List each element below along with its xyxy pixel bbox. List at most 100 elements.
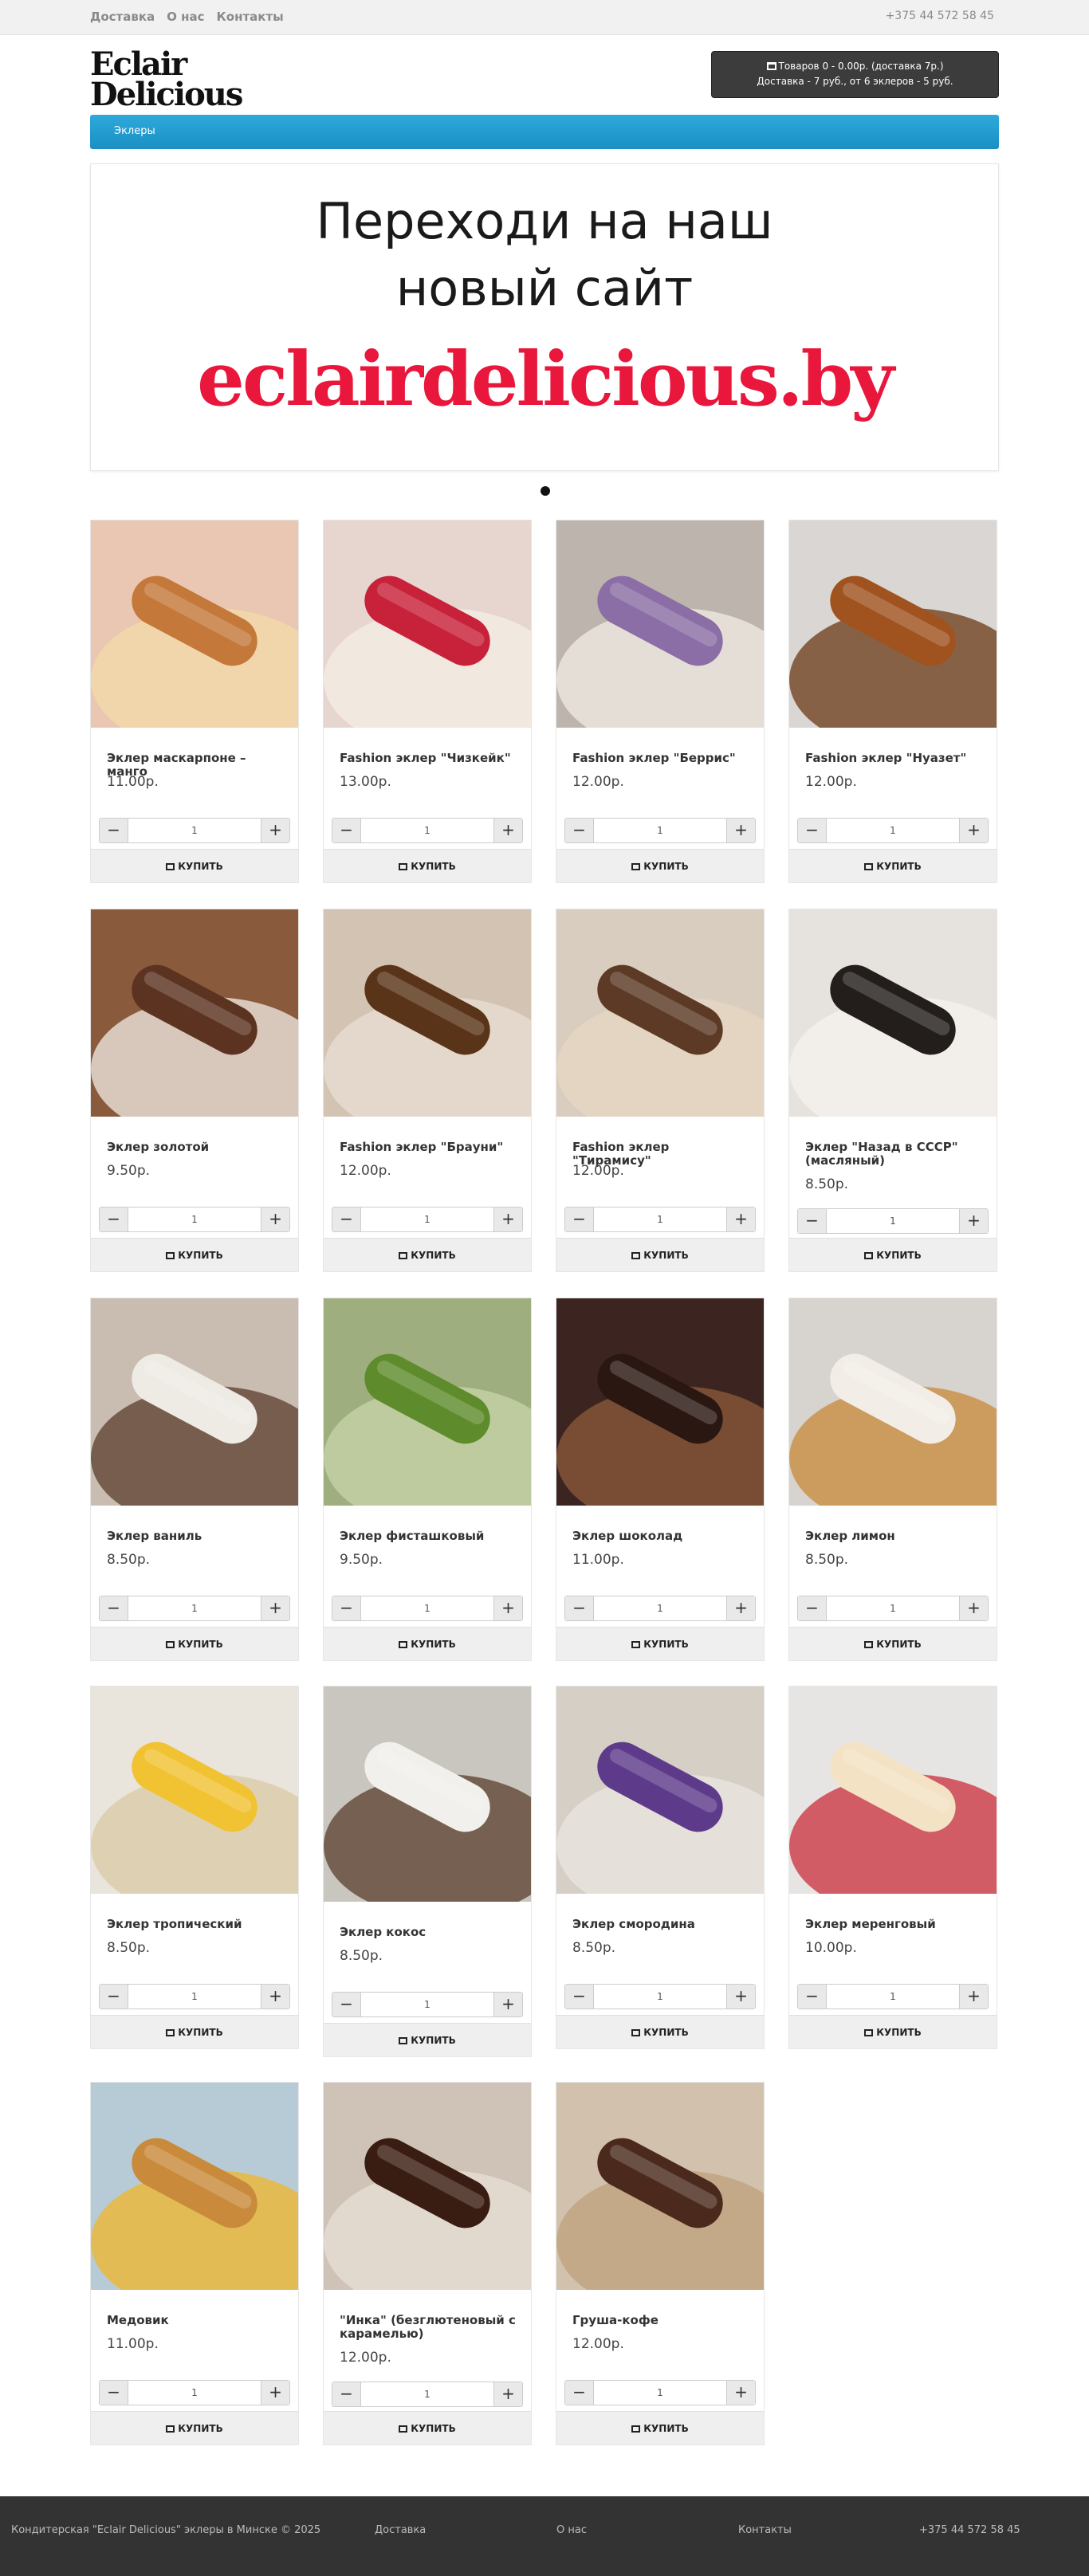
increase-qty-button[interactable]: + [726, 1985, 755, 2009]
product-name[interactable]: Эклер лимон [805, 1530, 985, 1543]
product-image[interactable] [91, 2083, 298, 2290]
product-card[interactable]: Fashion эклер "Тирамису" 12.00р. −1 + КУПИТЬ [556, 909, 765, 1272]
decrease-qty-button[interactable]: − [798, 819, 827, 842]
quantity-stepper[interactable]: −1 + [564, 1596, 756, 1621]
decrease-qty-button[interactable]: − [332, 1208, 361, 1231]
increase-qty-button[interactable]: + [726, 1596, 755, 1620]
decrease-qty-button[interactable]: − [798, 1596, 827, 1620]
buy-button[interactable]: КУПИТЬ [91, 849, 298, 882]
increase-qty-button[interactable]: + [261, 1208, 289, 1231]
product-image[interactable] [324, 1687, 531, 1902]
buy-button[interactable]: КУПИТЬ [91, 1627, 298, 1660]
product-image[interactable] [789, 520, 997, 728]
quantity-input[interactable]: 1 [361, 1993, 493, 2016]
quantity-stepper[interactable]: −1 + [797, 1984, 989, 2009]
footer-link-about[interactable]: О нас [556, 2524, 587, 2536]
product-card[interactable]: "Инка" (безглютеновый с карамелью) 12.00р… [323, 2082, 532, 2445]
increase-qty-button[interactable]: + [493, 1596, 522, 1620]
product-image[interactable] [789, 1687, 997, 1894]
quantity-input[interactable]: 1 [827, 819, 959, 842]
quantity-stepper[interactable]: −1 + [99, 2380, 290, 2405]
footer-link-contacts[interactable]: Контакты [738, 2524, 792, 2536]
product-image[interactable] [556, 520, 764, 728]
buy-button[interactable]: КУПИТЬ [556, 1627, 764, 1660]
product-name[interactable]: Fashion эклер "Нуазет" [805, 752, 985, 765]
increase-qty-button[interactable]: + [261, 819, 289, 842]
promo-banner[interactable]: Переходи на наш новый сайт eclairdelicio… [90, 163, 999, 471]
increase-qty-button[interactable]: + [726, 819, 755, 842]
quantity-input[interactable]: 1 [827, 1209, 959, 1233]
buy-button[interactable]: КУПИТЬ [789, 1238, 997, 1271]
cart-button[interactable]: Товаров 0 - 0.00р. (доставка 7р.) Достав… [711, 51, 999, 98]
quantity-stepper[interactable]: −1 + [797, 1596, 989, 1621]
increase-qty-button[interactable]: + [493, 2382, 522, 2406]
increase-qty-button[interactable]: + [959, 1985, 988, 2009]
decrease-qty-button[interactable]: − [565, 819, 594, 842]
product-name[interactable]: Эклер смородина [572, 1918, 752, 1931]
product-name[interactable]: Fashion эклер "Брауни" [340, 1141, 519, 1154]
product-image[interactable] [324, 520, 531, 728]
quantity-input[interactable]: 1 [361, 1208, 493, 1231]
menu-item-eclairs[interactable]: Эклеры [114, 125, 155, 137]
buy-button[interactable]: КУПИТЬ [91, 1238, 298, 1271]
decrease-qty-button[interactable]: − [565, 2381, 594, 2405]
decrease-qty-button[interactable]: − [565, 1596, 594, 1620]
product-name[interactable]: Эклер меренговый [805, 1918, 985, 1931]
product-name[interactable]: "Инка" (безглютеновый с карамелью) [340, 2314, 519, 2341]
quantity-stepper[interactable]: −1 + [332, 2382, 523, 2407]
product-image[interactable] [324, 909, 531, 1117]
buy-button[interactable]: КУПИТЬ [324, 849, 531, 882]
product-image[interactable] [556, 1687, 764, 1894]
product-card[interactable]: Эклер шоколад 11.00р. −1 + КУПИТЬ [556, 1298, 765, 1661]
quantity-input[interactable]: 1 [128, 2381, 261, 2405]
quantity-stepper[interactable]: −1 + [332, 818, 523, 843]
quantity-input[interactable]: 1 [827, 1596, 959, 1620]
quantity-input[interactable]: 1 [361, 819, 493, 842]
quantity-input[interactable]: 1 [594, 1596, 726, 1620]
product-card[interactable]: Эклер лимон 8.50р. −1 + КУПИТЬ [788, 1298, 997, 1661]
decrease-qty-button[interactable]: − [798, 1985, 827, 2009]
quantity-input[interactable]: 1 [361, 1596, 493, 1620]
product-image[interactable] [91, 520, 298, 728]
product-name[interactable]: Эклер золотой [107, 1141, 286, 1154]
increase-qty-button[interactable]: + [261, 2381, 289, 2405]
buy-button[interactable]: КУПИТЬ [556, 849, 764, 882]
product-name[interactable]: Эклер кокос [340, 1926, 519, 1939]
decrease-qty-button[interactable]: − [332, 1993, 361, 2016]
quantity-input[interactable]: 1 [128, 819, 261, 842]
buy-button[interactable]: КУПИТЬ [556, 2015, 764, 2048]
decrease-qty-button[interactable]: − [100, 1985, 128, 2009]
quantity-stepper[interactable]: −1 + [332, 1207, 523, 1232]
top-phone[interactable]: +375 44 572 58 45 [886, 10, 994, 22]
site-logo[interactable]: Eclair Delicious [90, 49, 243, 111]
quantity-stepper[interactable]: −1 + [99, 1596, 290, 1621]
product-name[interactable]: Fashion эклер "Беррис" [572, 752, 752, 765]
decrease-qty-button[interactable]: − [332, 819, 361, 842]
product-name[interactable]: Эклер тропический [107, 1918, 286, 1931]
quantity-stepper[interactable]: −1 + [99, 818, 290, 843]
product-image[interactable] [556, 1298, 764, 1506]
buy-button[interactable]: КУПИТЬ [91, 2015, 298, 2048]
decrease-qty-button[interactable]: − [100, 1208, 128, 1231]
quantity-stepper[interactable]: −1 + [564, 818, 756, 843]
buy-button[interactable]: КУПИТЬ [556, 1238, 764, 1271]
increase-qty-button[interactable]: + [726, 2381, 755, 2405]
product-card[interactable]: Медовик 11.00р. −1 + КУПИТЬ [90, 2082, 299, 2445]
product-image[interactable] [556, 909, 764, 1117]
product-image[interactable] [324, 2083, 531, 2290]
decrease-qty-button[interactable]: − [332, 2382, 361, 2406]
product-card[interactable]: Эклер тропический 8.50р. −1 + КУПИТЬ [90, 1686, 299, 2049]
product-card[interactable]: Эклер меренговый 10.00р. −1 + КУПИТЬ [788, 1686, 997, 2049]
buy-button[interactable]: КУПИТЬ [789, 849, 997, 882]
buy-button[interactable]: КУПИТЬ [789, 2015, 997, 2048]
decrease-qty-button[interactable]: − [798, 1209, 827, 1233]
product-card[interactable]: Fashion эклер "Брауни" 12.00р. −1 + КУПИТЬ [323, 909, 532, 1272]
product-card[interactable]: Груша-кофе 12.00р. −1 + КУПИТЬ [556, 2082, 765, 2445]
increase-qty-button[interactable]: + [959, 1596, 988, 1620]
increase-qty-button[interactable]: + [261, 1985, 289, 2009]
increase-qty-button[interactable]: + [959, 819, 988, 842]
increase-qty-button[interactable]: + [726, 1208, 755, 1231]
product-name[interactable]: Эклер фисташковый [340, 1530, 519, 1543]
product-name[interactable]: Эклер ваниль [107, 1530, 286, 1543]
product-image[interactable] [789, 1298, 997, 1506]
